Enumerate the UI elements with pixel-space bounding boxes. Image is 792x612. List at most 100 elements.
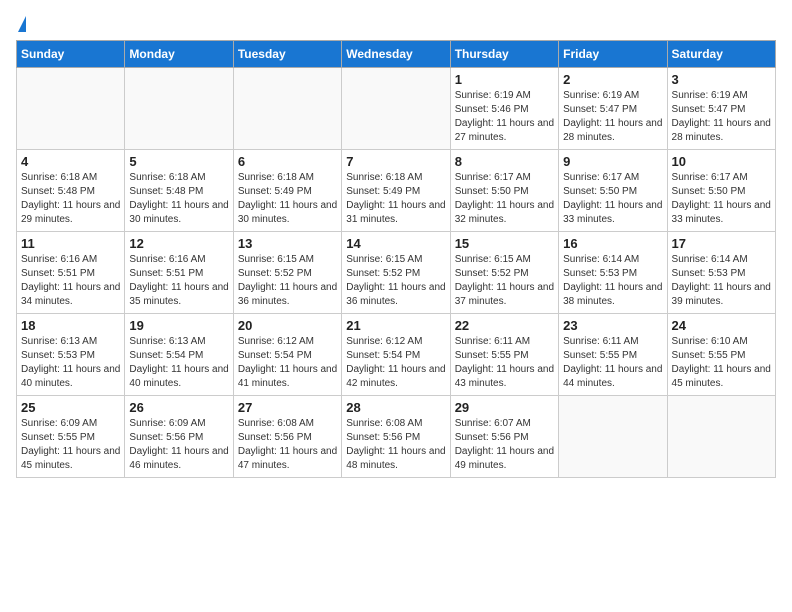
day-cell: 24 Sunrise: 6:10 AMSunset: 5:55 PMDayligh… [667, 314, 775, 396]
week-row-3: 11Sunrise: 6:16 AMSunset: 5:51 PMDayligh… [17, 232, 776, 314]
day-info: Sunrise: 6:19 AMSunset: 5:47 PMDaylight:… [563, 89, 662, 145]
day-cell: 26 Sunrise: 6:09 AMSunset: 5:56 PMDayligh… [125, 396, 233, 478]
day-number: 15 [455, 236, 554, 251]
day-number: 22 [455, 318, 554, 333]
day-cell: 23 Sunrise: 6:11 AMSunset: 5:55 PMDayligh… [559, 314, 667, 396]
day-cell [17, 68, 125, 150]
day-info: Sunrise: 6:14 AMSunset: 5:53 PMDaylight:… [563, 253, 662, 309]
day-cell: 15Sunrise: 6:15 AMSunset: 5:52 PMDayligh… [450, 232, 558, 314]
day-number: 13 [238, 236, 337, 251]
header-row: SundayMondayTuesdayWednesdayThursdayFrid… [17, 41, 776, 68]
day-number: 3 [672, 72, 771, 87]
week-row-5: 25 Sunrise: 6:09 AMSunset: 5:55 PMDayligh… [17, 396, 776, 478]
day-cell: 21 Sunrise: 6:12 AMSunset: 5:54 PMDayligh… [342, 314, 450, 396]
day-number: 24 [672, 318, 771, 333]
day-number: 9 [563, 154, 662, 169]
day-cell: 22 Sunrise: 6:11 AMSunset: 5:55 PMDayligh… [450, 314, 558, 396]
day-info: Sunrise: 6:18 AMSunset: 5:49 PMDaylight:… [238, 171, 337, 227]
day-cell: 6 Sunrise: 6:18 AMSunset: 5:49 PMDaylight… [233, 150, 341, 232]
day-cell: 8Sunrise: 6:17 AMSunset: 5:50 PMDaylight… [450, 150, 558, 232]
day-cell [233, 68, 341, 150]
day-info: Sunrise: 6:12 AMSunset: 5:54 PMDaylight:… [346, 335, 445, 391]
day-info: Sunrise: 6:13 AMSunset: 5:54 PMDaylight:… [129, 335, 228, 391]
day-info: Sunrise: 6:19 AMSunset: 5:47 PMDaylight:… [672, 89, 771, 145]
day-cell: 11Sunrise: 6:16 AMSunset: 5:51 PMDayligh… [17, 232, 125, 314]
day-number: 10 [672, 154, 771, 169]
day-info: Sunrise: 6:17 AMSunset: 5:50 PMDaylight:… [455, 171, 554, 227]
page-header [16, 16, 776, 32]
day-cell: 29 Sunrise: 6:07 AMSunset: 5:56 PMDayligh… [450, 396, 558, 478]
day-info: Sunrise: 6:18 AMSunset: 5:48 PMDaylight:… [21, 171, 120, 227]
day-number: 1 [455, 72, 554, 87]
day-number: 14 [346, 236, 445, 251]
day-number: 23 [563, 318, 662, 333]
day-info: Sunrise: 6:13 AMSunset: 5:53 PMDaylight:… [21, 335, 120, 391]
day-cell: 9 Sunrise: 6:17 AMSunset: 5:50 PMDaylight… [559, 150, 667, 232]
col-header-tuesday: Tuesday [233, 41, 341, 68]
day-number: 21 [346, 318, 445, 333]
day-cell [125, 68, 233, 150]
logo-icon [18, 16, 26, 32]
day-cell: 28 Sunrise: 6:08 AMSunset: 5:56 PMDayligh… [342, 396, 450, 478]
day-info: Sunrise: 6:11 AMSunset: 5:55 PMDaylight:… [563, 335, 662, 391]
day-number: 26 [129, 400, 228, 415]
col-header-friday: Friday [559, 41, 667, 68]
day-number: 5 [129, 154, 228, 169]
day-cell: 19 Sunrise: 6:13 AMSunset: 5:54 PMDayligh… [125, 314, 233, 396]
day-info: Sunrise: 6:08 AMSunset: 5:56 PMDaylight:… [346, 417, 445, 473]
day-number: 27 [238, 400, 337, 415]
logo [16, 16, 27, 32]
day-number: 4 [21, 154, 120, 169]
day-cell: 20Sunrise: 6:12 AMSunset: 5:54 PMDayligh… [233, 314, 341, 396]
day-cell: 2 Sunrise: 6:19 AMSunset: 5:47 PMDaylight… [559, 68, 667, 150]
day-cell: 5 Sunrise: 6:18 AMSunset: 5:48 PMDaylight… [125, 150, 233, 232]
day-info: Sunrise: 6:08 AMSunset: 5:56 PMDaylight:… [238, 417, 337, 473]
day-cell: 16 Sunrise: 6:14 AMSunset: 5:53 PMDayligh… [559, 232, 667, 314]
day-cell: 14 Sunrise: 6:15 AMSunset: 5:52 PMDayligh… [342, 232, 450, 314]
day-cell: 27 Sunrise: 6:08 AMSunset: 5:56 PMDayligh… [233, 396, 341, 478]
day-info: Sunrise: 6:10 AMSunset: 5:55 PMDaylight:… [672, 335, 771, 391]
day-cell: 17Sunrise: 6:14 AMSunset: 5:53 PMDayligh… [667, 232, 775, 314]
col-header-thursday: Thursday [450, 41, 558, 68]
day-number: 2 [563, 72, 662, 87]
col-header-wednesday: Wednesday [342, 41, 450, 68]
day-info: Sunrise: 6:09 AMSunset: 5:56 PMDaylight:… [129, 417, 228, 473]
col-header-sunday: Sunday [17, 41, 125, 68]
day-cell: 10Sunrise: 6:17 AMSunset: 5:50 PMDayligh… [667, 150, 775, 232]
day-cell [667, 396, 775, 478]
day-number: 28 [346, 400, 445, 415]
day-cell: 13 Sunrise: 6:15 AMSunset: 5:52 PMDayligh… [233, 232, 341, 314]
day-number: 17 [672, 236, 771, 251]
day-cell: 3 Sunrise: 6:19 AMSunset: 5:47 PMDaylight… [667, 68, 775, 150]
day-number: 29 [455, 400, 554, 415]
day-number: 25 [21, 400, 120, 415]
day-cell: 18 Sunrise: 6:13 AMSunset: 5:53 PMDayligh… [17, 314, 125, 396]
col-header-saturday: Saturday [667, 41, 775, 68]
week-row-1: 1 Sunrise: 6:19 AMSunset: 5:46 PMDaylight… [17, 68, 776, 150]
day-info: Sunrise: 6:15 AMSunset: 5:52 PMDaylight:… [346, 253, 445, 309]
day-info: Sunrise: 6:11 AMSunset: 5:55 PMDaylight:… [455, 335, 554, 391]
day-number: 16 [563, 236, 662, 251]
day-cell: 25 Sunrise: 6:09 AMSunset: 5:55 PMDayligh… [17, 396, 125, 478]
day-info: Sunrise: 6:18 AMSunset: 5:49 PMDaylight:… [346, 171, 445, 227]
day-info: Sunrise: 6:17 AMSunset: 5:50 PMDaylight:… [563, 171, 662, 227]
day-info: Sunrise: 6:15 AMSunset: 5:52 PMDaylight:… [238, 253, 337, 309]
day-number: 6 [238, 154, 337, 169]
day-cell: 1 Sunrise: 6:19 AMSunset: 5:46 PMDaylight… [450, 68, 558, 150]
day-info: Sunrise: 6:18 AMSunset: 5:48 PMDaylight:… [129, 171, 228, 227]
col-header-monday: Monday [125, 41, 233, 68]
day-number: 19 [129, 318, 228, 333]
day-info: Sunrise: 6:16 AMSunset: 5:51 PMDaylight:… [21, 253, 120, 309]
day-number: 18 [21, 318, 120, 333]
day-number: 12 [129, 236, 228, 251]
week-row-4: 18 Sunrise: 6:13 AMSunset: 5:53 PMDayligh… [17, 314, 776, 396]
week-row-2: 4 Sunrise: 6:18 AMSunset: 5:48 PMDaylight… [17, 150, 776, 232]
day-number: 20 [238, 318, 337, 333]
day-cell: 12Sunrise: 6:16 AMSunset: 5:51 PMDayligh… [125, 232, 233, 314]
day-info: Sunrise: 6:19 AMSunset: 5:46 PMDaylight:… [455, 89, 554, 145]
day-info: Sunrise: 6:07 AMSunset: 5:56 PMDaylight:… [455, 417, 554, 473]
day-cell: 4 Sunrise: 6:18 AMSunset: 5:48 PMDaylight… [17, 150, 125, 232]
calendar-table: SundayMondayTuesdayWednesdayThursdayFrid… [16, 40, 776, 478]
day-number: 7 [346, 154, 445, 169]
day-info: Sunrise: 6:09 AMSunset: 5:55 PMDaylight:… [21, 417, 120, 473]
